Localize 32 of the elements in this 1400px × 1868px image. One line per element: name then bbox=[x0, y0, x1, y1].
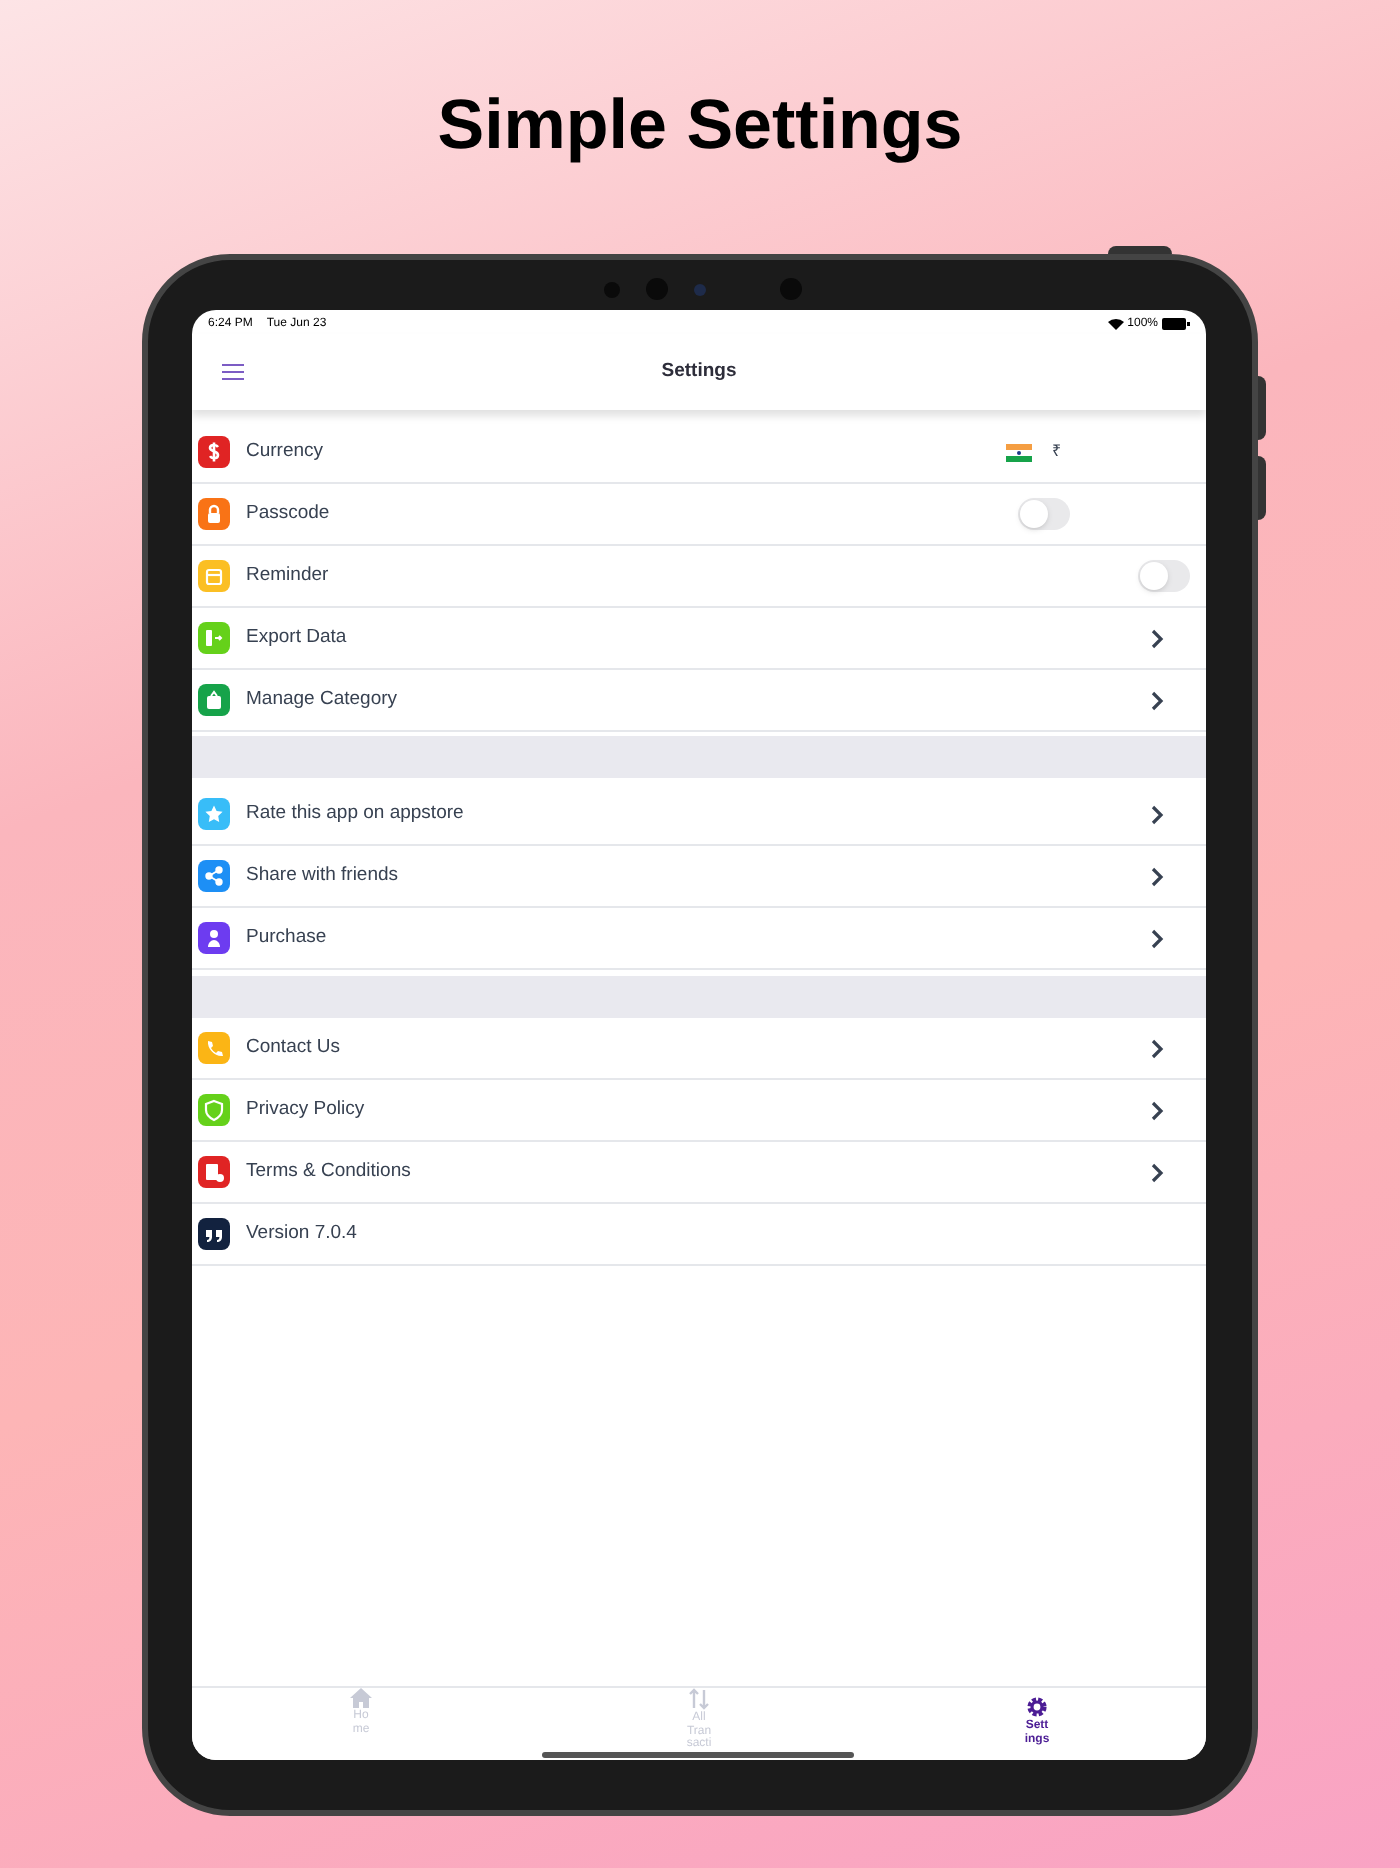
row-label: Share with friends bbox=[246, 861, 401, 890]
row-label: Terms & Conditions bbox=[246, 1157, 413, 1186]
toggle-switch[interactable] bbox=[1018, 498, 1070, 530]
chevron-icon bbox=[1150, 1037, 1164, 1059]
sort-arrows-icon bbox=[688, 1688, 710, 1710]
settings-icon bbox=[1026, 1696, 1048, 1718]
toggle-switch[interactable] bbox=[1138, 560, 1190, 592]
row-label: Rate this app on appstore bbox=[246, 799, 466, 828]
chevron-icon bbox=[1150, 927, 1164, 949]
row-label: Reminder bbox=[246, 561, 331, 590]
row-label: Privacy Policy bbox=[246, 1095, 367, 1124]
header-title: Settings bbox=[661, 357, 737, 386]
row-label: Version 7.0.4 bbox=[246, 1219, 359, 1248]
row-label: Currency bbox=[246, 437, 326, 466]
chevron-icon bbox=[1150, 1161, 1164, 1183]
currency-symbol: ₹ bbox=[1052, 440, 1062, 464]
wifi-icon bbox=[1107, 318, 1124, 330]
flag-icon bbox=[1006, 443, 1032, 461]
row-label: Passcode bbox=[246, 499, 332, 528]
chevron-icon bbox=[1150, 803, 1164, 825]
chevron-icon bbox=[1150, 1099, 1164, 1121]
row-label: Contact Us bbox=[246, 1033, 342, 1062]
chevron-icon bbox=[1150, 689, 1164, 711]
menu-icon[interactable] bbox=[222, 364, 244, 380]
chevron-icon bbox=[1150, 865, 1164, 887]
headline: Simple Settings bbox=[437, 84, 963, 168]
row-label: Purchase bbox=[246, 923, 329, 952]
home-icon bbox=[350, 1688, 372, 1708]
chevron-icon bbox=[1150, 627, 1164, 649]
row-label: Manage Category bbox=[246, 685, 400, 714]
battery-icon bbox=[1162, 318, 1190, 330]
row-label: Export Data bbox=[246, 623, 349, 652]
